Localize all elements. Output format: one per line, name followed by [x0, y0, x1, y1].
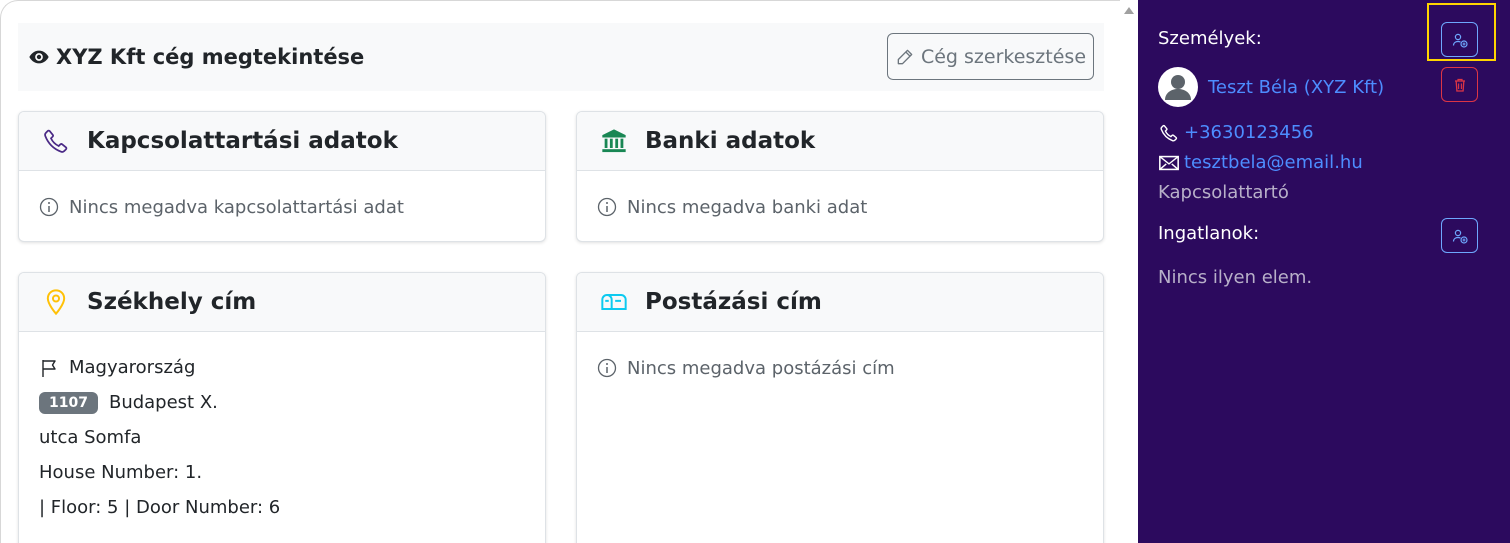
edit-company-button[interactable]: Cég szerkesztése — [887, 33, 1094, 80]
contact-card-title: Kapcsolattartási adatok — [87, 128, 398, 154]
info-icon — [597, 197, 617, 217]
mailing-card: Postázási cím Nincs megadva postázási cí… — [576, 272, 1104, 543]
mailing-card-header: Postázási cím — [577, 273, 1103, 332]
mailing-card-body: Nincs megadva postázási cím — [577, 332, 1103, 404]
headquarters-card-body: Magyarország 1107 Budapest X. utca Somfa… — [19, 332, 545, 541]
mailbox-icon — [599, 287, 629, 317]
persons-label: Személyek: — [1158, 28, 1262, 49]
contact-card: Kapcsolattartási adatok Nincs megadva ka… — [18, 111, 546, 242]
bank-icon — [599, 126, 629, 156]
person-role: Kapcsolattartó — [1158, 182, 1289, 203]
person-email-link[interactable]: tesztbela@email.hu — [1158, 152, 1363, 173]
avatar — [1158, 67, 1198, 107]
mailing-empty-text: Nincs megadva postázási cím — [627, 357, 895, 379]
add-property-button[interactable] — [1441, 218, 1478, 253]
person-add-icon — [1452, 229, 1468, 244]
page-title: XYZ Kft cég megtekintése — [28, 23, 364, 91]
person-email-text: tesztbela@email.hu — [1184, 152, 1363, 173]
mailing-empty-message: Nincs megadva postázási cím — [597, 348, 1083, 388]
main-content: XYZ Kft cég megtekintése Cég szerkesztés… — [0, 0, 1138, 543]
scrollbar[interactable] — [1120, 0, 1138, 543]
page-header: XYZ Kft cég megtekintése Cég szerkesztés… — [18, 23, 1104, 91]
bank-card-body: Nincs megadva banki adat — [577, 171, 1103, 241]
info-icon — [39, 197, 59, 217]
headquarters-card-title: Székhely cím — [87, 289, 257, 315]
person-phone-link[interactable]: +3630123456 — [1158, 122, 1314, 143]
contact-empty-text: Nincs megadva kapcsolattartási adat — [69, 196, 404, 218]
phone-icon — [41, 126, 71, 156]
person-icon — [1165, 75, 1191, 100]
properties-empty-text: Nincs ilyen elem. — [1158, 267, 1313, 288]
edit-company-label: Cég szerkesztése — [920, 45, 1087, 68]
properties-label: Ingatlanok: — [1158, 223, 1260, 244]
address-house-number: House Number: 1. — [39, 462, 203, 483]
bank-card: Banki adatok Nincs megadva banki adat — [576, 111, 1104, 242]
scroll-up-arrow-icon[interactable] — [1124, 7, 1134, 14]
person-name-link[interactable]: Teszt Béla (XYZ Kft) — [1208, 77, 1384, 98]
headquarters-card-header: Székhely cím — [19, 273, 545, 332]
contact-card-body: Nincs megadva kapcsolattartási adat — [19, 171, 545, 241]
zip-badge: 1107 — [39, 391, 98, 414]
contact-card-header: Kapcsolattartási adatok — [19, 112, 545, 171]
phone-icon — [1160, 124, 1178, 142]
delete-person-button[interactable] — [1441, 67, 1478, 102]
info-icon — [597, 358, 617, 378]
trash-icon — [1454, 78, 1465, 92]
page-title-text: XYZ Kft cég megtekintése — [56, 45, 365, 69]
flag-icon — [42, 359, 56, 377]
map-pin-icon — [41, 287, 71, 317]
address-country: Magyarország — [39, 350, 525, 385]
envelope-icon — [1159, 155, 1179, 170]
address-city: 1107 Budapest X. — [39, 385, 525, 420]
focus-highlight — [1427, 3, 1496, 61]
address-city-text: Budapest X. — [108, 392, 218, 413]
address-street: utca Somfa — [39, 427, 142, 448]
contact-empty-message: Nincs megadva kapcsolattartási adat — [39, 187, 525, 227]
headquarters-card: Székhely cím Magyarország 1107 Budapest … — [18, 272, 546, 543]
mailing-card-title: Postázási cím — [645, 289, 822, 315]
bank-card-title: Banki adatok — [645, 128, 816, 154]
bank-empty-message: Nincs megadva banki adat — [597, 187, 1083, 227]
bank-card-header: Banki adatok — [577, 112, 1103, 171]
bank-empty-text: Nincs megadva banki adat — [627, 196, 868, 218]
eye-icon — [29, 50, 49, 64]
address-floor-door: | Floor: 5 | Door Number: 6 — [39, 497, 281, 518]
address-country-text: Magyarország — [69, 357, 196, 378]
person-phone-text: +3630123456 — [1184, 122, 1314, 143]
pencil-icon — [897, 49, 913, 64]
